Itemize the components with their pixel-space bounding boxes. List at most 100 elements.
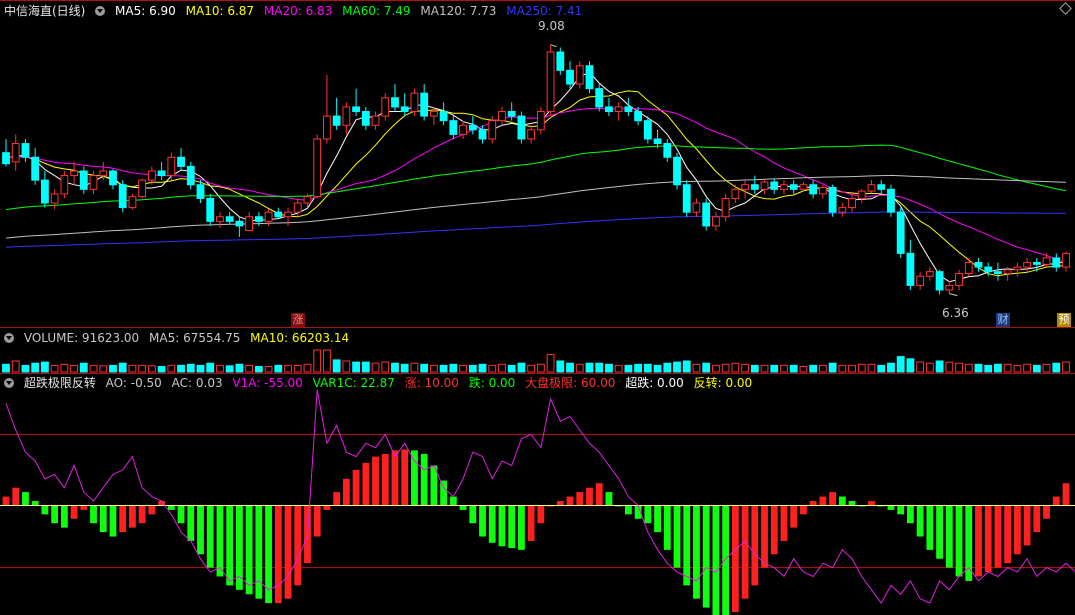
- oscillator-bar: [897, 505, 905, 515]
- volume-bar: [488, 364, 497, 373]
- volume-bar: [420, 363, 429, 373]
- candle-body: [410, 92, 419, 113]
- candle-body: [974, 262, 983, 268]
- oscillator-bar: [809, 501, 817, 506]
- ma60-line: [5, 144, 1067, 211]
- dapan-label: 大盘极限: 60.00: [525, 376, 616, 390]
- oscillator-bar: [595, 483, 603, 506]
- candle-body: [468, 124, 477, 131]
- oscillator-bar: [381, 453, 389, 506]
- volume-bar: [789, 364, 798, 373]
- candle-body: [721, 197, 730, 218]
- volume-bar: [1013, 364, 1022, 373]
- financial-badge[interactable]: 财: [996, 313, 1010, 327]
- candle-body: [682, 184, 691, 213]
- candle-body: [692, 202, 701, 213]
- candle-body: [789, 184, 798, 190]
- candle-body: [449, 120, 458, 135]
- oscillator-bar: [838, 496, 846, 506]
- volume-bar: [371, 362, 380, 373]
- oscillator-bar: [556, 501, 564, 506]
- volume-bar: [264, 366, 273, 373]
- oscillator-bar: [1052, 496, 1060, 506]
- oscillator-bar: [926, 505, 934, 550]
- forecast-badge[interactable]: 预: [1057, 313, 1071, 327]
- volume-bar: [235, 363, 244, 373]
- candle-body: [1032, 262, 1041, 265]
- candle-body: [1042, 257, 1051, 265]
- candle-body: [400, 106, 409, 113]
- oscillator-bar: [22, 492, 29, 506]
- volume-bar: [11, 360, 20, 373]
- candle-body: [138, 179, 147, 198]
- candle-body: [303, 196, 312, 204]
- volume-ma5-label: MA5: 67554.75: [149, 331, 241, 345]
- oscillator-bar: [401, 449, 409, 506]
- candle-body: [653, 138, 662, 145]
- candle-body: [741, 184, 749, 190]
- volume-bar: [857, 363, 866, 373]
- limit-up-badge[interactable]: 涨: [291, 313, 305, 327]
- chart-canvas: [0, 44, 1075, 615]
- candle-body: [906, 252, 915, 286]
- oscillator-bar: [206, 505, 214, 568]
- candle-body: [284, 211, 292, 218]
- oscillator-bar: [167, 505, 175, 510]
- oscillator-bar: [1043, 505, 1050, 519]
- volume-bar: [673, 361, 681, 373]
- oscillator-bar: [576, 492, 584, 506]
- main-indicator-menu-icon[interactable]: [95, 6, 106, 16]
- die-label: 跌: 0.00: [468, 376, 516, 390]
- volume-bar: [429, 364, 438, 373]
- candle-body: [245, 216, 254, 231]
- candle-body: [99, 170, 108, 177]
- oscillator-bar: [819, 496, 827, 506]
- ma5-label: MA5: 6.90: [115, 4, 176, 18]
- volume-bar: [498, 363, 506, 373]
- ac-label: AC: 0.03: [171, 376, 223, 390]
- volume-bar: [916, 361, 925, 373]
- candle-body: [371, 115, 380, 126]
- candle-body: [925, 271, 934, 277]
- volume-bar: [40, 361, 49, 373]
- volume-bar: [780, 364, 788, 373]
- volume-bar: [712, 364, 720, 373]
- volume-bar: [361, 361, 370, 373]
- volume-bar: [225, 365, 234, 373]
- oscillator-bar: [333, 492, 341, 506]
- volume-bar: [984, 364, 993, 373]
- oscillator-bar: [975, 505, 982, 577]
- oscillator-bar: [41, 505, 49, 515]
- oscillator-bar: [829, 492, 837, 506]
- oscillator-bar: [702, 505, 710, 608]
- candle-body: [1003, 269, 1012, 274]
- candle-body: [11, 143, 20, 163]
- candle-body: [254, 216, 263, 222]
- oscillator-bar: [449, 496, 457, 506]
- oscillator-bar: [741, 505, 749, 599]
- candle-body: [877, 184, 886, 190]
- oscillator-bar: [566, 496, 574, 506]
- candle-body: [488, 120, 497, 140]
- volume-bar: [167, 364, 176, 373]
- oscillator-bar: [440, 480, 448, 506]
- oscillator-bar: [177, 505, 185, 524]
- oscillator-bar: [537, 505, 545, 524]
- volume-bar: [70, 364, 78, 373]
- volume-bar: [867, 363, 876, 373]
- volume-bar: [254, 366, 263, 373]
- oscillator-bar: [197, 505, 204, 555]
- volume-bar: [653, 364, 662, 373]
- candle-body: [206, 197, 215, 222]
- oscillator-bar: [1033, 505, 1041, 533]
- candle-body: [663, 143, 672, 158]
- volume-bar: [964, 363, 973, 373]
- oscillator-bar: [887, 505, 895, 510]
- volume-bar: [818, 364, 827, 373]
- osc-indicator-menu-icon[interactable]: [4, 378, 14, 388]
- volume-indicator-menu-icon[interactable]: [4, 333, 14, 343]
- osc-panel-header: 超跌极限反转 AO: -0.50 AC: 0.03 V1A: -55.00 VA…: [4, 375, 758, 391]
- candle-body: [79, 170, 88, 190]
- volume-bar: [692, 363, 701, 373]
- volume-bar: [468, 364, 477, 373]
